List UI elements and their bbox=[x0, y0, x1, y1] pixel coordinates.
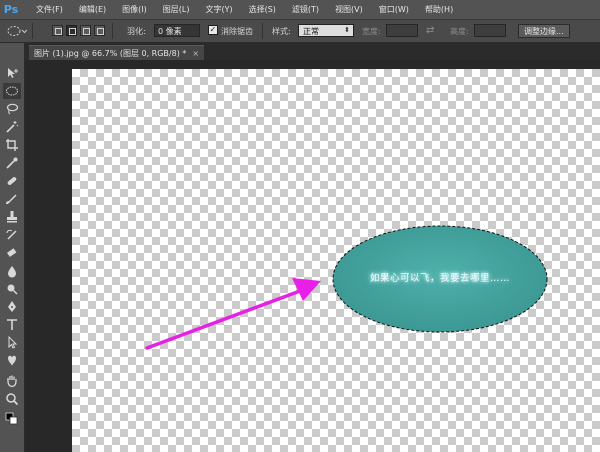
move-icon bbox=[8, 68, 18, 78]
tool-preset-picker[interactable] bbox=[6, 24, 28, 38]
feather-label: 羽化: bbox=[127, 27, 146, 36]
spot-healing-tool[interactable] bbox=[3, 173, 21, 189]
options-bar: 羽化: 0 像素 ✓ 消除锯齿 样式: 正常 ⬍ 宽度: ⇄ 高度: 调整边缘.… bbox=[0, 19, 600, 43]
lasso-tool[interactable] bbox=[3, 101, 21, 117]
new-selection-button[interactable] bbox=[52, 25, 63, 36]
close-icon[interactable]: × bbox=[192, 49, 199, 58]
separator bbox=[32, 23, 33, 39]
menu-bar: Ps 文件(F) 编辑(E) 图像(I) 图层(L) 文字(Y) 选择(S) 滤… bbox=[0, 0, 600, 19]
eyedropper-tool[interactable] bbox=[3, 155, 21, 171]
paint-bucket-tool[interactable] bbox=[3, 263, 21, 279]
width-input[interactable] bbox=[386, 24, 418, 37]
menu-filter[interactable]: 滤镜(T) bbox=[284, 4, 327, 15]
transparent-canvas[interactable] bbox=[72, 69, 600, 452]
brush-tool[interactable] bbox=[3, 191, 21, 207]
subtract-selection-button[interactable] bbox=[80, 25, 91, 36]
height-input[interactable] bbox=[474, 24, 506, 37]
color-swatches[interactable] bbox=[3, 411, 21, 427]
menu-help[interactable]: 帮助(H) bbox=[417, 4, 461, 15]
antialias-label: 消除锯齿 bbox=[221, 27, 253, 36]
menu-type[interactable]: 文字(Y) bbox=[197, 4, 240, 15]
move-tool[interactable] bbox=[3, 65, 21, 81]
swap-icon[interactable]: ⇄ bbox=[426, 25, 434, 36]
menu-window[interactable]: 窗口(W) bbox=[371, 4, 417, 15]
lasso-icon bbox=[6, 103, 19, 115]
document-tab-title: 图片 (1).jpg @ 66.7% (图层 0, RGB/8) * bbox=[34, 48, 187, 58]
dodge-tool[interactable] bbox=[3, 281, 21, 297]
ellipse-marquee-icon bbox=[6, 86, 18, 96]
tools-panel bbox=[0, 43, 25, 452]
intersect-selection-icon bbox=[97, 28, 104, 35]
shape-icon bbox=[8, 355, 16, 366]
add-to-selection-button[interactable] bbox=[66, 25, 77, 36]
menu-layer[interactable]: 图层(L) bbox=[155, 4, 198, 15]
menu-edit[interactable]: 编辑(E) bbox=[71, 4, 114, 15]
zoom-tool[interactable] bbox=[3, 391, 21, 407]
eyedropper-icon bbox=[6, 157, 18, 169]
color-swatch-icon bbox=[5, 412, 18, 425]
elliptical-marquee-icon bbox=[7, 26, 28, 36]
add-selection-icon bbox=[69, 28, 76, 35]
ellipse-caption: 如果心可以飞，我要去哪里…… bbox=[369, 273, 510, 284]
style-select-value: 正常 bbox=[303, 27, 319, 36]
stamp-icon bbox=[7, 211, 17, 223]
style-select[interactable]: 正常 ⬍ bbox=[298, 24, 354, 37]
magic-wand-icon bbox=[6, 121, 19, 133]
elliptical-marquee-tool[interactable] bbox=[3, 83, 21, 99]
custom-shape-tool[interactable] bbox=[3, 353, 21, 369]
height-label: 高度: bbox=[450, 27, 469, 36]
separator bbox=[112, 23, 113, 39]
eraser-icon bbox=[7, 248, 17, 257]
clone-stamp-tool[interactable] bbox=[3, 209, 21, 225]
zoom-icon bbox=[6, 393, 19, 406]
crop-tool[interactable] bbox=[3, 137, 21, 153]
drop-icon bbox=[8, 266, 16, 278]
workspace bbox=[25, 60, 600, 452]
type-icon bbox=[7, 319, 17, 330]
history-brush-tool[interactable] bbox=[3, 227, 21, 243]
refine-edge-button[interactable]: 调整边缘... bbox=[518, 24, 570, 38]
pen-tool[interactable] bbox=[3, 299, 21, 315]
path-select-icon bbox=[8, 336, 18, 349]
new-selection-icon bbox=[55, 28, 62, 35]
hand-icon bbox=[7, 375, 17, 388]
history-brush-icon bbox=[6, 229, 17, 240]
type-tool[interactable] bbox=[3, 317, 21, 333]
antialias-checkbox[interactable]: ✓ bbox=[208, 25, 218, 35]
intersect-selection-button[interactable] bbox=[94, 25, 105, 36]
brush-icon bbox=[6, 194, 17, 205]
width-label: 宽度: bbox=[362, 27, 381, 36]
magic-wand-tool[interactable] bbox=[3, 119, 21, 135]
path-selection-tool[interactable] bbox=[3, 335, 21, 351]
crop-icon bbox=[6, 139, 18, 151]
chevron-updown-icon: ⬍ bbox=[344, 26, 350, 34]
menu-select[interactable]: 选择(S) bbox=[241, 4, 284, 15]
pen-icon bbox=[8, 301, 16, 312]
menu-image[interactable]: 图像(I) bbox=[114, 4, 155, 15]
dodge-icon bbox=[7, 284, 18, 295]
document-tab-bar: 图片 (1).jpg @ 66.7% (图层 0, RGB/8) * × bbox=[25, 43, 600, 60]
document-tab[interactable]: 图片 (1).jpg @ 66.7% (图层 0, RGB/8) * × bbox=[29, 45, 205, 60]
bandage-icon bbox=[7, 177, 17, 185]
subtract-selection-icon bbox=[83, 28, 90, 35]
hand-tool[interactable] bbox=[3, 373, 21, 389]
menu-file[interactable]: 文件(F) bbox=[28, 4, 71, 15]
feather-input[interactable]: 0 像素 bbox=[154, 24, 200, 37]
eraser-tool[interactable] bbox=[3, 245, 21, 261]
menu-view[interactable]: 视图(V) bbox=[327, 4, 371, 15]
separator bbox=[262, 23, 263, 39]
photoshop-logo: Ps bbox=[3, 3, 19, 16]
style-label: 样式: bbox=[272, 27, 291, 36]
